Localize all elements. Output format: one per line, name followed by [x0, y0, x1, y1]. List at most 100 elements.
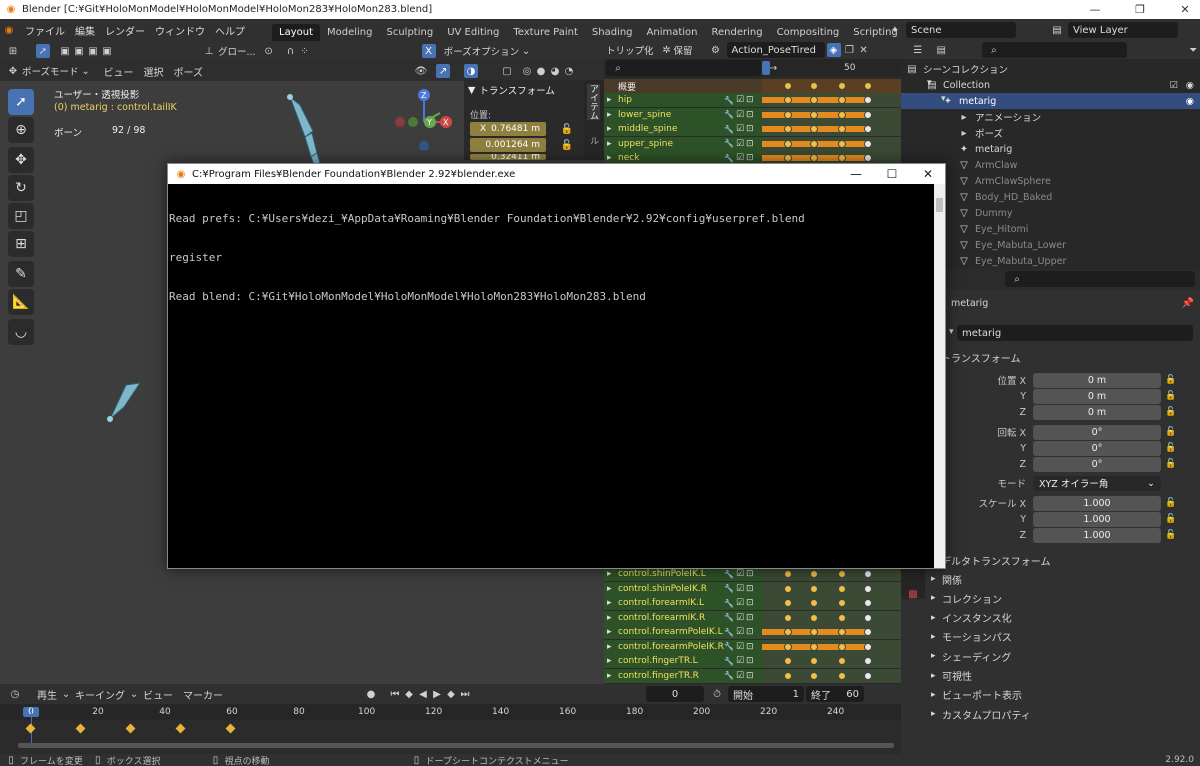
- dopesheet-channel[interactable]: ▸ control.forearmPoleIK.L 🔧 ☑ ⊡: [604, 625, 901, 639]
- property-field[interactable]: 1.000: [1033, 511, 1161, 527]
- property-field[interactable]: 0°: [1033, 456, 1161, 472]
- keyframe[interactable]: [810, 599, 818, 607]
- keyframe[interactable]: [784, 613, 792, 622]
- gizmo-neg-x-axis[interactable]: [395, 117, 405, 127]
- scene-selector[interactable]: ✦ Scene: [888, 22, 1016, 38]
- close-button[interactable]: ✕: [1170, 0, 1200, 19]
- wrench-icon[interactable]: 🔧: [724, 599, 734, 608]
- console-minimize-button[interactable]: —: [838, 164, 874, 184]
- lock-icon[interactable]: 🔓: [560, 122, 574, 136]
- keyframe[interactable]: [838, 613, 846, 622]
- lock-icon[interactable]: ⊡: [746, 656, 754, 666]
- outliner-search-input[interactable]: ⌕: [981, 42, 1127, 58]
- keyframe[interactable]: [784, 96, 792, 104]
- channel-keyframes[interactable]: [762, 567, 901, 581]
- outliner-item[interactable]: ▤ シーンコレクション: [901, 61, 1200, 77]
- keyframe[interactable]: [784, 584, 792, 593]
- keyframe[interactable]: [810, 110, 818, 119]
- dopesheet-channel[interactable]: ▸ control.shinPoleIK.R 🔧 ☑ ⊡: [604, 581, 901, 596]
- keyframe[interactable]: [810, 139, 818, 148]
- dopesheet-channel[interactable]: ▸ middle_spine 🔧 ☑ ⊡: [604, 122, 901, 136]
- channel-keyframes[interactable]: [762, 122, 901, 136]
- lock-icon[interactable]: ⊡: [746, 139, 754, 149]
- rotation-mode-dropdown[interactable]: XYZ オイラー角 ⌄: [1033, 475, 1161, 491]
- keyframe[interactable]: [810, 657, 818, 665]
- bone-joint[interactable]: [107, 416, 113, 422]
- outliner-item[interactable]: ✦ metarig: [901, 141, 1200, 157]
- keyframe[interactable]: [810, 82, 818, 90]
- lock-icon[interactable]: ⊡: [746, 153, 754, 163]
- keyframe[interactable]: [838, 628, 846, 636]
- jump-start-icon[interactable]: ⏮: [388, 687, 402, 701]
- jump-end-icon[interactable]: ⏭: [458, 687, 472, 701]
- property-section[interactable]: ▸ インスタンス化: [901, 610, 1200, 626]
- dopesheet-summary[interactable]: 概要: [604, 79, 901, 93]
- lock-icon[interactable]: 🔓: [1165, 375, 1176, 385]
- property-section[interactable]: ▸ コレクション: [901, 590, 1200, 606]
- lock-icon[interactable]: 🔓: [560, 138, 574, 152]
- property-field[interactable]: 0 m: [1033, 388, 1161, 404]
- keyframe[interactable]: [864, 584, 872, 593]
- lock-icon[interactable]: ⊡: [746, 642, 754, 652]
- keyframe[interactable]: [784, 671, 792, 680]
- checkbox-icon[interactable]: ☑: [736, 153, 744, 163]
- dopesheet-channel[interactable]: ▸ control.shinPoleIK.L 🔧 ☑ ⊡: [604, 567, 901, 581]
- channel-keyframes[interactable]: [762, 596, 901, 610]
- dopesheet-channel[interactable]: ▸ lower_spine 🔧 ☑ ⊡: [604, 107, 901, 122]
- channel-keyframes[interactable]: [762, 610, 901, 625]
- timeline-menu-item[interactable]: ビュー: [138, 687, 178, 702]
- keyframe[interactable]: [810, 671, 818, 680]
- view-layer-field[interactable]: View Layer: [1068, 22, 1178, 38]
- property-field[interactable]: 0°: [1033, 440, 1161, 456]
- wrench-icon[interactable]: 🔧: [724, 671, 734, 680]
- lock-icon[interactable]: 🔓: [1165, 427, 1176, 437]
- wrench-icon[interactable]: 🔧: [724, 642, 734, 651]
- start-frame-field[interactable]: 開始 1: [728, 686, 804, 702]
- properties-search-input[interactable]: ⌕: [1005, 271, 1195, 287]
- console-scroll-thumb[interactable]: [936, 198, 943, 212]
- keyframe[interactable]: [838, 96, 846, 104]
- wrench-icon[interactable]: 🔧: [724, 125, 734, 134]
- summary-keyframes[interactable]: [762, 79, 901, 93]
- expand-arrow-icon[interactable]: ▾: [941, 94, 946, 104]
- property-field[interactable]: 0 m: [1033, 404, 1161, 420]
- fake-user-icon[interactable]: ◈: [826, 43, 841, 57]
- keyframe[interactable]: [864, 671, 872, 680]
- property-field[interactable]: 0 m: [1033, 372, 1161, 388]
- wrench-icon[interactable]: 🔧: [724, 96, 734, 105]
- keyframe[interactable]: [810, 570, 818, 578]
- keyframe[interactable]: [784, 82, 792, 90]
- keyframe[interactable]: [784, 628, 792, 636]
- bone-tail-2[interactable]: [304, 132, 318, 158]
- lock-icon[interactable]: 🔓: [1165, 530, 1176, 540]
- keyframe[interactable]: [810, 584, 818, 593]
- keyframe[interactable]: [838, 642, 846, 651]
- menu-item[interactable]: ウィンドウ: [150, 23, 210, 38]
- menu-item[interactable]: レンダー: [100, 23, 150, 38]
- keyframe[interactable]: [784, 110, 792, 119]
- channel-keyframes[interactable]: [762, 93, 901, 107]
- workspace-tab[interactable]: Modeling: [320, 24, 380, 41]
- prev-keyframe-icon[interactable]: ◆: [402, 687, 416, 701]
- timeline-menu-item[interactable]: マーカー: [178, 687, 228, 702]
- channel-keyframes[interactable]: [762, 654, 901, 668]
- bone-arm[interactable]: [109, 382, 142, 420]
- timeline-scrollbar[interactable]: [18, 743, 894, 748]
- keyframe[interactable]: [810, 628, 818, 636]
- timeline-keyframes[interactable]: [0, 722, 901, 736]
- workspace-tab[interactable]: UV Editing: [440, 24, 506, 41]
- channel-keyframes[interactable]: [762, 668, 901, 683]
- checkbox-icon[interactable]: ☑: [736, 95, 744, 105]
- keyframe-diamond[interactable]: [175, 723, 186, 734]
- keyframe[interactable]: [864, 570, 872, 578]
- keyframe[interactable]: [864, 642, 872, 651]
- keyframe[interactable]: [810, 613, 818, 622]
- location-z-field[interactable]: 0.32411 m: [470, 154, 546, 160]
- console-window[interactable]: ◉ C:¥Program Files¥Blender Foundation¥Bl…: [167, 163, 946, 569]
- checkbox-icon[interactable]: ☑: [736, 584, 744, 594]
- stopwatch-icon[interactable]: ⏱: [710, 687, 724, 701]
- location-x-field[interactable]: X 0.76481 m: [470, 122, 546, 136]
- workspace-tab[interactable]: Sculpting: [380, 24, 441, 41]
- workspace-tab[interactable]: Rendering: [705, 24, 770, 41]
- keyframe[interactable]: [810, 642, 818, 651]
